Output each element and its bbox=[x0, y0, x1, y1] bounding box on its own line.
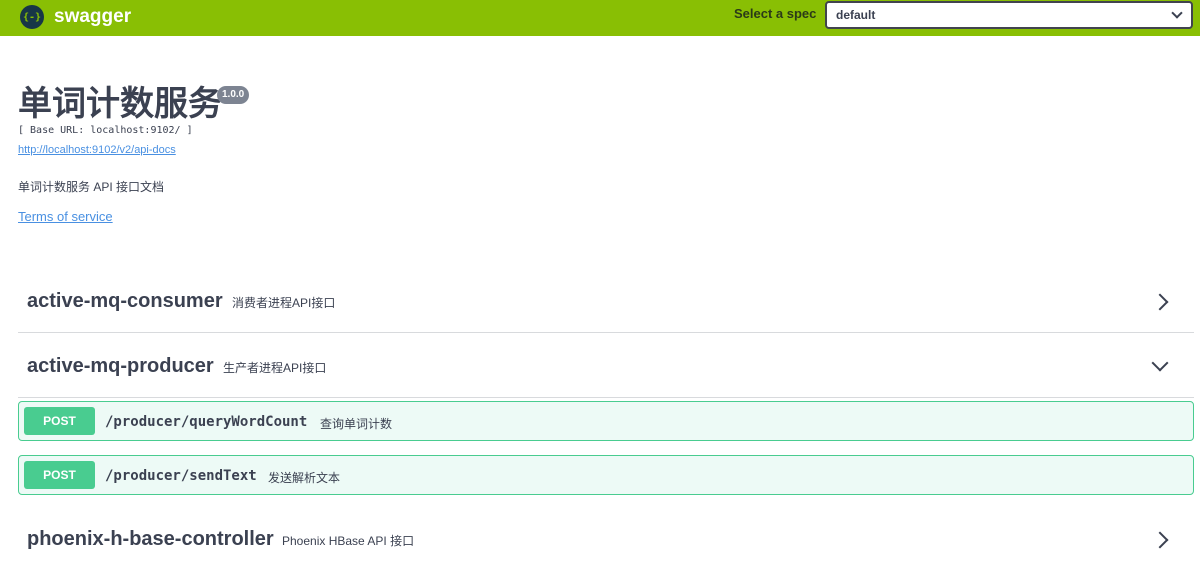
tag-description: 消费者进程API接口 bbox=[232, 296, 336, 310]
tag-section-active-mq-consumer[interactable]: active-mq-consumer 消费者进程API接口 bbox=[18, 270, 1194, 333]
method-badge-post: POST bbox=[24, 461, 95, 489]
api-description: 单词计数服务 API 接口文档 bbox=[18, 180, 165, 194]
chevron-down-icon bbox=[1171, 7, 1183, 19]
tag-description: Phoenix HBase API 接口 bbox=[282, 534, 415, 548]
chevron-right-icon[interactable] bbox=[1151, 293, 1169, 311]
terms-of-service-link[interactable]: Terms of service bbox=[18, 209, 113, 224]
spec-select-value: default bbox=[836, 8, 876, 22]
operation-post-send-text[interactable]: POST /producer/sendText 发送解析文本 bbox=[18, 455, 1194, 495]
method-badge-post: POST bbox=[24, 407, 95, 435]
chevron-down-icon[interactable] bbox=[1151, 354, 1169, 372]
tag-name: active-mq-producer bbox=[27, 355, 214, 377]
tag-name: phoenix-h-base-controller bbox=[27, 528, 274, 550]
version-badge: 1.0.0 bbox=[217, 86, 250, 104]
api-docs-link[interactable]: http://localhost:9102/v2/api-docs bbox=[18, 144, 176, 156]
operation-summary: 查询单词计数 bbox=[320, 417, 393, 431]
operation-path: /producer/queryWordCount bbox=[105, 414, 308, 430]
operation-summary: 发送解析文本 bbox=[268, 471, 341, 485]
tag-name: active-mq-consumer bbox=[27, 290, 223, 312]
api-title: 单词计数服务 bbox=[18, 85, 222, 123]
swagger-logo-text: swagger bbox=[54, 6, 132, 27]
swagger-logo[interactable]: {-} swagger bbox=[20, 4, 131, 30]
spec-select[interactable]: default bbox=[825, 1, 1193, 29]
chevron-right-icon[interactable] bbox=[1151, 531, 1169, 549]
base-url: [ Base URL: localhost:9102/ ] bbox=[18, 125, 193, 136]
tag-section-active-mq-producer[interactable]: active-mq-producer 生产者进程API接口 bbox=[18, 335, 1194, 398]
spec-select-label: Select a spec bbox=[734, 6, 817, 21]
swagger-logo-icon: {-} bbox=[20, 5, 44, 29]
tag-description: 生产者进程API接口 bbox=[223, 361, 327, 375]
topbar: {-} swagger Select a spec default bbox=[0, 0, 1200, 36]
tag-section-phoenix-h-base-controller[interactable]: phoenix-h-base-controller Phoenix HBase … bbox=[18, 508, 1194, 570]
operation-post-query-word-count[interactable]: POST /producer/queryWordCount 查询单词计数 bbox=[18, 401, 1194, 441]
operation-path: /producer/sendText bbox=[105, 468, 257, 484]
